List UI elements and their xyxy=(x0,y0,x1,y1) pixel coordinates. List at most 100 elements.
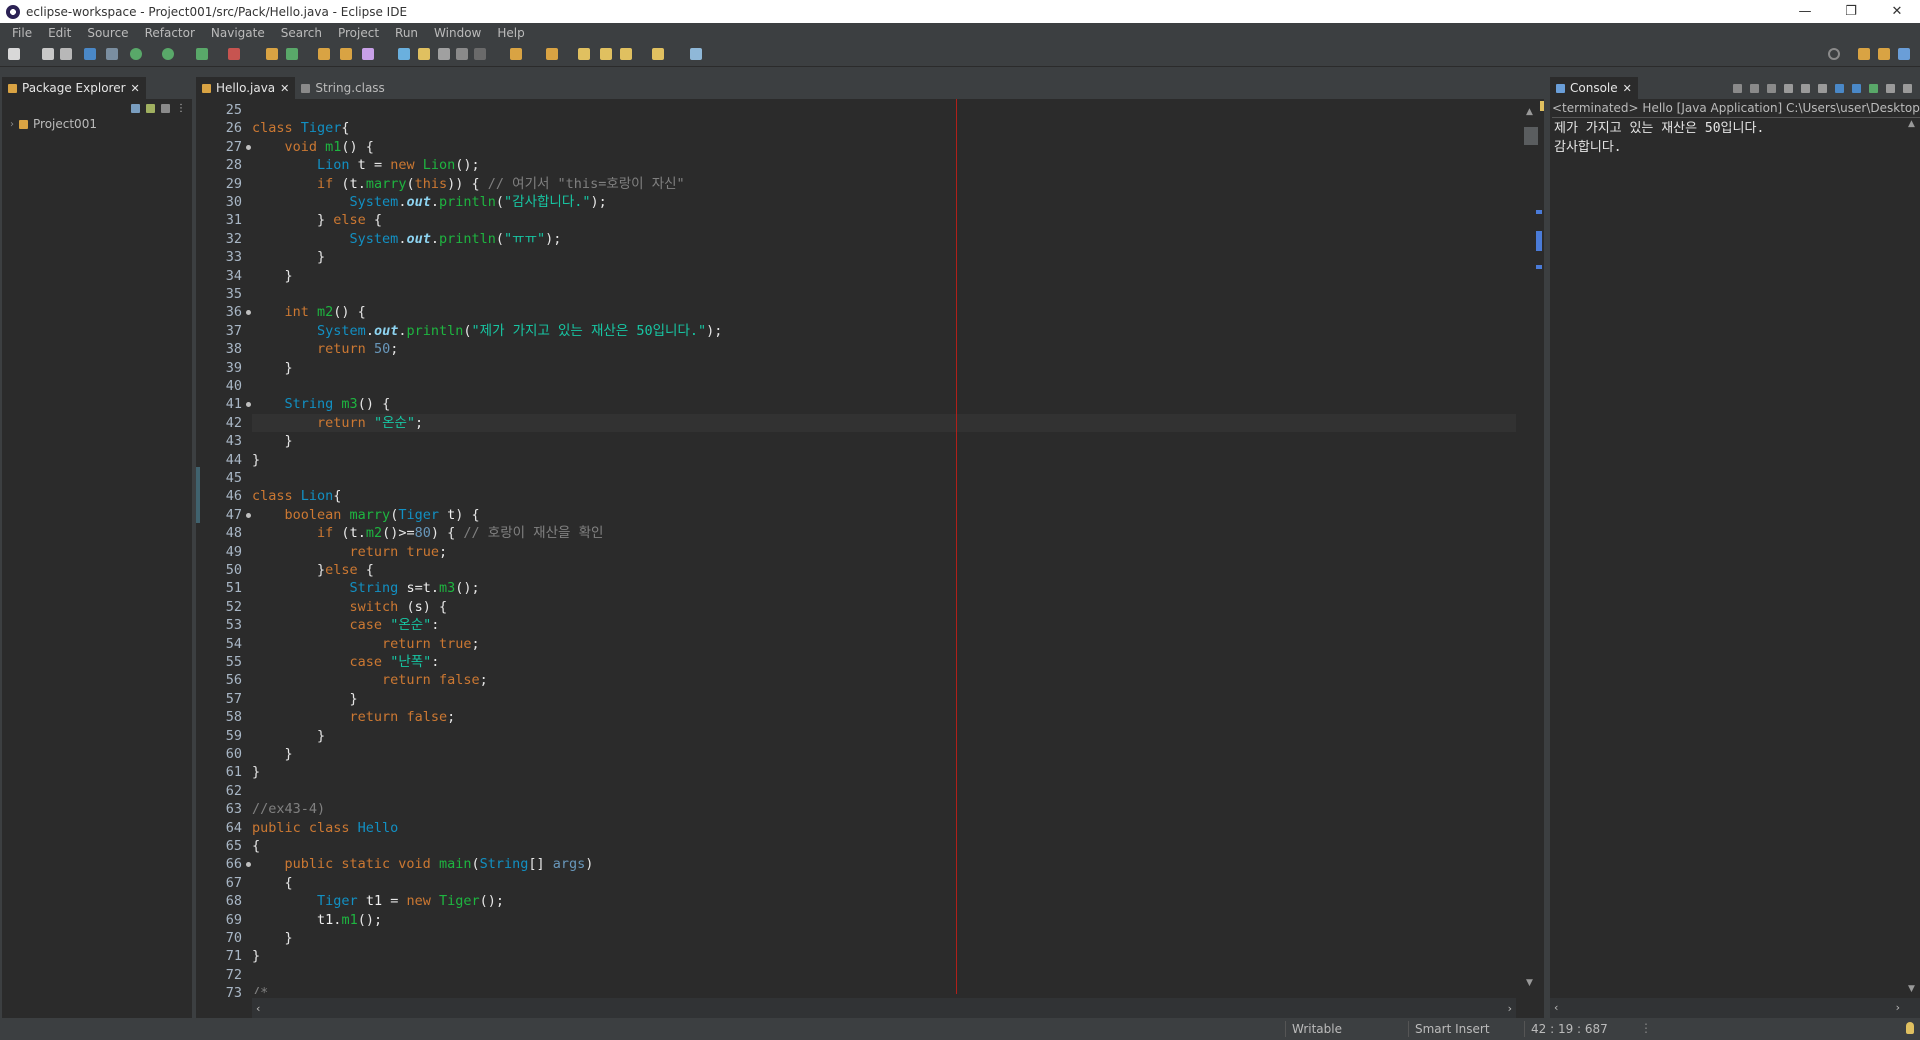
code-line[interactable]: return "온순"; xyxy=(252,413,1516,433)
code-line[interactable]: case "난폭": xyxy=(252,653,1516,671)
code-line[interactable]: boolean marry(Tiger t) { xyxy=(252,506,1516,524)
code-line[interactable]: } xyxy=(252,359,1516,377)
tab-string-class[interactable]: String.class xyxy=(295,77,390,99)
run-icon[interactable] xyxy=(162,48,174,60)
fold-toggle-icon[interactable] xyxy=(246,144,251,150)
code-line[interactable]: return true; xyxy=(252,543,1516,561)
console-vertical-scrollbar[interactable]: ▲ ▼ xyxy=(1904,119,1920,994)
code-line[interactable]: } xyxy=(252,745,1516,763)
whitespace-icon[interactable] xyxy=(456,48,468,60)
back-icon[interactable] xyxy=(620,48,632,60)
code-line[interactable]: class Tiger{ xyxy=(252,119,1516,137)
prev-annotation-icon[interactable] xyxy=(546,48,558,60)
status-cursor-position[interactable]: 42 : 19 : 687 xyxy=(1524,1021,1608,1037)
scroll-up-icon[interactable]: ▲ xyxy=(1526,107,1533,117)
forward-icon[interactable] xyxy=(652,48,664,60)
new-icon[interactable] xyxy=(8,48,20,60)
scroll-up-icon[interactable]: ▲ xyxy=(1908,119,1915,129)
close-icon[interactable]: ✕ xyxy=(131,82,140,95)
scroll-left-icon[interactable]: ‹ xyxy=(256,1002,260,1015)
lightbulb-icon[interactable] xyxy=(1906,1022,1914,1034)
code-line[interactable]: } xyxy=(252,763,1516,781)
fold-toggle-icon[interactable] xyxy=(246,310,251,316)
code-line[interactable] xyxy=(252,966,1516,984)
status-insert-mode[interactable]: Smart Insert xyxy=(1408,1021,1490,1037)
search-tool-icon[interactable] xyxy=(362,48,374,60)
scrollbar-thumb[interactable] xyxy=(1524,127,1538,145)
scroll-left-icon[interactable]: ‹ xyxy=(1554,1001,1558,1014)
code-line[interactable]: return false; xyxy=(252,671,1516,689)
menu-project[interactable]: Project xyxy=(330,26,387,40)
scroll-down-icon[interactable]: ▼ xyxy=(1908,984,1915,994)
menu-run[interactable]: Run xyxy=(387,26,426,40)
show-on-output-icon[interactable] xyxy=(1835,84,1844,93)
console-horizontal-scrollbar[interactable]: ‹ › xyxy=(1550,998,1920,1018)
code-line[interactable]: return true; xyxy=(252,635,1516,653)
next-annotation-icon[interactable] xyxy=(510,48,522,60)
code-line[interactable]: /* xyxy=(252,984,1516,994)
code-line[interactable]: }else { xyxy=(252,561,1516,579)
fold-toggle-icon[interactable] xyxy=(246,402,251,408)
scroll-right-icon[interactable]: › xyxy=(1896,1001,1900,1014)
code-line[interactable]: String s=t.m3(); xyxy=(252,579,1516,597)
tab-package-explorer[interactable]: Package Explorer ✕ xyxy=(2,77,146,99)
chevron-right-icon[interactable]: › xyxy=(10,119,14,130)
code-line[interactable] xyxy=(252,377,1516,395)
annotation-icon[interactable] xyxy=(418,48,430,60)
code-line[interactable]: System.out.println("감사합니다."); xyxy=(252,193,1516,211)
code-line[interactable]: System.out.println("ㅠㅠ"); xyxy=(252,230,1516,248)
code-line[interactable]: } xyxy=(252,929,1516,947)
debug-perspective-icon[interactable] xyxy=(1898,48,1910,60)
code-line[interactable]: } xyxy=(252,947,1516,965)
menu-navigate[interactable]: Navigate xyxy=(203,26,273,40)
scroll-right-icon[interactable]: › xyxy=(1508,1002,1512,1015)
menu-edit[interactable]: Edit xyxy=(40,26,79,40)
remove-all-icon[interactable] xyxy=(1767,84,1776,93)
code-line[interactable]: return 50; xyxy=(252,340,1516,358)
code-area[interactable]: class Tiger{ void m1() { Lion t = new Li… xyxy=(252,99,1516,994)
menu-search[interactable]: Search xyxy=(273,26,330,40)
code-line[interactable]: } xyxy=(252,267,1516,285)
new-java-project-icon[interactable] xyxy=(266,48,278,60)
save-icon[interactable] xyxy=(42,48,54,60)
external-tools-icon[interactable] xyxy=(228,48,240,60)
fold-toggle-icon[interactable] xyxy=(246,862,251,868)
collapse-all-icon[interactable] xyxy=(131,104,140,113)
code-line[interactable] xyxy=(252,469,1516,487)
forward-edit-icon[interactable] xyxy=(600,48,612,60)
code-line[interactable] xyxy=(252,101,1516,119)
tab-console[interactable]: Console ✕ xyxy=(1550,77,1638,99)
open-console-icon[interactable] xyxy=(1903,84,1912,93)
menu-help[interactable]: Help xyxy=(489,26,532,40)
open-task-icon[interactable] xyxy=(340,48,352,60)
code-line[interactable]: { xyxy=(252,874,1516,892)
save-all-icon[interactable] xyxy=(60,48,72,60)
code-line[interactable]: case "온순": xyxy=(252,616,1516,634)
fold-toggle-icon[interactable] xyxy=(246,512,251,518)
close-icon[interactable]: ✕ xyxy=(1623,82,1632,95)
code-line[interactable]: } xyxy=(252,727,1516,745)
code-line[interactable]: public class Hello xyxy=(252,819,1516,837)
code-line[interactable]: if (t.m2()>=80) { // 호랑이 재산을 확인 xyxy=(252,524,1516,542)
code-line[interactable]: } else { xyxy=(252,211,1516,229)
skip-breakpoints-icon[interactable] xyxy=(106,48,118,60)
menu-file[interactable]: File xyxy=(4,26,40,40)
tab-hello-java[interactable]: Hello.java ✕ xyxy=(196,77,296,99)
link-editor-icon[interactable] xyxy=(146,104,155,113)
close-window-button[interactable]: ✕ xyxy=(1874,0,1920,23)
code-line[interactable]: Tiger t1 = new Tiger(); xyxy=(252,892,1516,910)
code-line[interactable]: if (t.marry(this)) { // 여기서 "this=호랑이 자신… xyxy=(252,175,1516,193)
code-line[interactable] xyxy=(252,285,1516,303)
remove-launch-icon[interactable] xyxy=(1750,84,1759,93)
show-whitespace-icon[interactable] xyxy=(474,48,486,60)
restore-button[interactable]: ❐ xyxy=(1828,0,1874,23)
code-line[interactable] xyxy=(252,782,1516,800)
code-line[interactable]: switch (s) { xyxy=(252,598,1516,616)
menu-window[interactable]: Window xyxy=(426,26,489,40)
toggle-mark-icon[interactable] xyxy=(398,48,410,60)
code-line[interactable]: } xyxy=(252,432,1516,450)
code-line[interactable]: //ex43-4) xyxy=(252,800,1516,818)
code-line[interactable]: } xyxy=(252,248,1516,266)
scroll-down-icon[interactable]: ▼ xyxy=(1526,978,1533,988)
show-on-error-icon[interactable] xyxy=(1852,84,1861,93)
